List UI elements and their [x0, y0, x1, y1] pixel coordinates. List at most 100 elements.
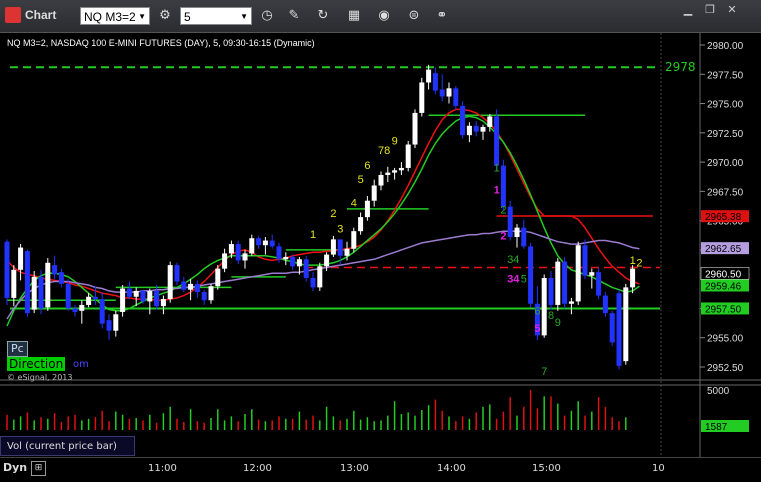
candle-body — [507, 206, 513, 238]
candle-body — [371, 185, 377, 201]
time-tick-label: 13:00 — [340, 463, 369, 474]
candle-body — [303, 259, 309, 279]
top-line-label: 2978 — [665, 60, 696, 74]
direction-label[interactable]: Direction — [7, 357, 66, 371]
candle-body — [358, 217, 364, 232]
time-tick-label: 10 — [652, 463, 665, 474]
candle-body — [500, 165, 506, 207]
candle-body — [351, 231, 357, 249]
link-icon[interactable]: ⚭ — [432, 6, 452, 26]
candle-body — [609, 313, 615, 343]
interval-value: 5 — [184, 10, 191, 24]
candlestick-chart[interactable]: 12345678911223434 56 89571 2 2980.002977.50… — [0, 33, 761, 481]
candle-body — [242, 253, 248, 261]
count-label: 5 — [358, 174, 364, 186]
restore-button[interactable]: ❐ — [701, 2, 719, 18]
time-axis-bar: Dyn ⊞ 11:00 12:00 13:00 14:00 15:00 10 — [0, 457, 761, 482]
candle-body — [616, 293, 622, 366]
close-button[interactable]: ✕ — [723, 2, 741, 18]
candle-body — [160, 299, 166, 307]
price-tick-label: 2955.00 — [707, 334, 744, 345]
time-tick-label: 12:00 — [243, 463, 272, 474]
clock-icon[interactable]: ◷ — [257, 6, 277, 26]
direction-tail-icon: om — [73, 359, 89, 370]
interval-dropdown-icon[interactable]: ▼ — [240, 8, 248, 26]
count-label: 4 — [351, 198, 357, 210]
candle-body — [4, 241, 10, 298]
candle-body — [283, 256, 289, 260]
candle-body — [120, 288, 126, 312]
minimize-button[interactable]: ▁ — [679, 2, 697, 18]
dynamic-mode-label[interactable]: Dyn — [3, 461, 27, 474]
play-icon[interactable]: ◉ — [374, 6, 394, 26]
count-label: 9 — [392, 136, 398, 148]
candle-body — [72, 308, 78, 312]
volume-label[interactable]: Vol (current price bar) — [0, 436, 135, 456]
count-label: 2 — [636, 257, 642, 269]
symbol-input[interactable]: NQ M3=2 ▼ — [80, 7, 150, 25]
price-tick-label: 2952.50 — [707, 363, 744, 374]
count-label: 1 — [630, 255, 636, 267]
candle-body — [86, 296, 92, 305]
candle-body — [215, 268, 221, 287]
candle-body — [364, 200, 370, 218]
candle-body — [392, 170, 398, 173]
count-label: 1 — [494, 185, 500, 197]
price-label-text: 2965.38 — [705, 212, 742, 223]
candle-body — [269, 240, 275, 247]
candle-body — [562, 261, 568, 304]
candle-body — [582, 245, 588, 276]
dynamic-mode-icon[interactable]: ⊞ — [31, 461, 46, 476]
count-label: 34 — [507, 274, 520, 286]
chart-toolbar: Chart NQ M3=2 ▼ ⚙ 5 ▼ ◷ ✎ ↻ ▦ ◉ ⊜ ⚭ ▁ ❐ ✕ — [0, 0, 761, 33]
properties-icon[interactable]: ⊜ — [404, 6, 424, 26]
candle-body — [330, 239, 336, 255]
candle-body — [52, 265, 58, 275]
price-label-text: 2959.46 — [705, 282, 742, 293]
candle-body — [18, 247, 24, 270]
studies-icon[interactable]: ▦ — [344, 6, 364, 26]
symbol-dropdown-icon[interactable]: ▼ — [138, 8, 146, 26]
price-tick-label: 2977.50 — [707, 70, 744, 81]
price-label-text: 2957.50 — [705, 304, 742, 315]
price-label-text: 2960.50 — [705, 269, 742, 280]
candle-body — [575, 245, 581, 302]
pencil-icon[interactable]: ✎ — [284, 6, 304, 26]
price-axis — [700, 33, 761, 380]
price-tick-label: 2975.00 — [707, 100, 744, 111]
candle-body — [256, 238, 262, 246]
candle-body — [568, 301, 574, 304]
candle-body — [290, 256, 296, 267]
candle-body — [378, 174, 384, 186]
candle-body — [24, 251, 30, 314]
interval-icon[interactable]: ⚙ — [155, 6, 175, 26]
candle-body — [555, 261, 561, 305]
volume-tick-labels: 5000 1587 — [701, 386, 749, 433]
candle-body — [11, 269, 17, 298]
candle-body — [324, 254, 330, 267]
count-label: 1 — [310, 229, 316, 241]
pc-label[interactable]: Pc — [7, 341, 28, 357]
candle-body — [79, 304, 85, 311]
price-tick-label: 2980.00 — [707, 41, 744, 52]
count-label: 1 — [494, 162, 500, 174]
interval-input[interactable]: 5 ▼ — [180, 7, 252, 25]
chart-app-icon — [5, 7, 21, 23]
candle-body — [65, 283, 71, 309]
price-tick-label: 2970.00 — [707, 158, 744, 169]
candle-body — [548, 278, 554, 305]
count-label: 34 — [507, 254, 519, 266]
price-tick-label: 2967.50 — [707, 187, 744, 198]
count-label: 6 — [534, 305, 540, 317]
candle-body — [167, 265, 173, 300]
candle-body — [432, 73, 438, 91]
candle-body — [38, 276, 44, 309]
candle-body — [419, 82, 425, 113]
candle-body — [398, 167, 404, 171]
price-tick-label: 2972.50 — [707, 129, 744, 140]
candle-body — [596, 272, 602, 296]
refresh-icon[interactable]: ↻ — [313, 6, 333, 26]
candle-body — [446, 88, 452, 97]
count-label: 5 — [534, 323, 540, 335]
candle-body — [494, 116, 500, 166]
